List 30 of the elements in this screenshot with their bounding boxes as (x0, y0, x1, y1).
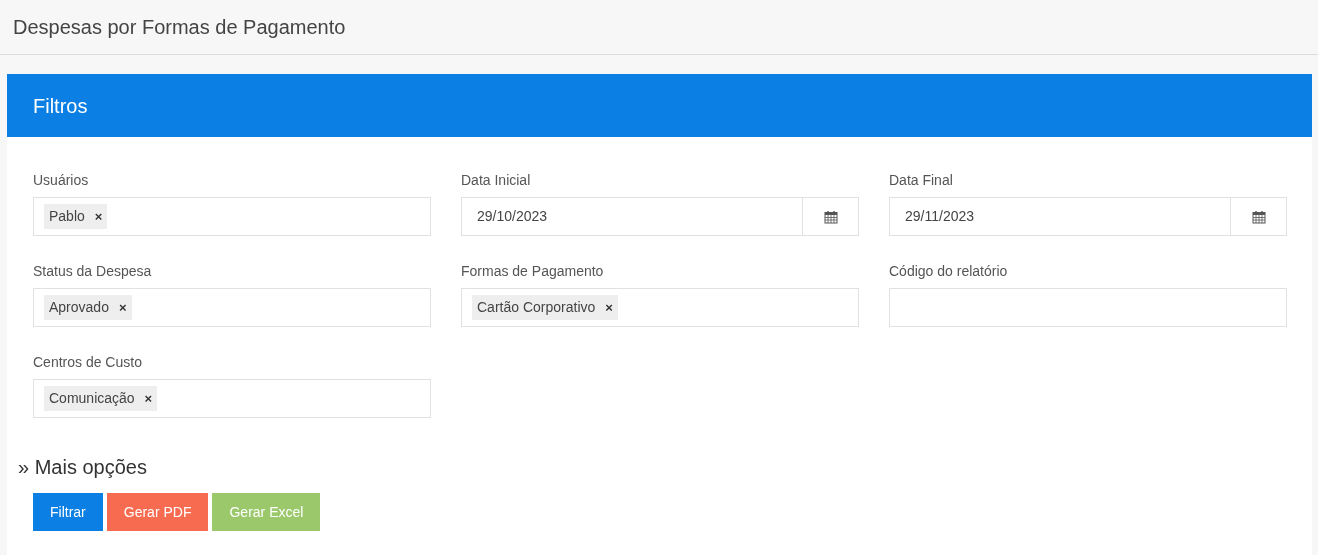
field-label: Centros de Custo (33, 353, 143, 372)
tag-label: Cartão Corporativo (477, 298, 596, 317)
calendar-icon (823, 209, 838, 224)
select-field[interactable]: Pablo × (33, 197, 431, 236)
remove-button[interactable]: × (144, 392, 153, 405)
calendar-button[interactable] (1230, 197, 1287, 236)
calendar-icon (1251, 209, 1266, 224)
remove-button[interactable]: × (118, 301, 127, 314)
field-label: Formas de Pagamento (461, 262, 605, 281)
select-field[interactable]: Aprovado × (33, 288, 431, 327)
field-label: Usuários (33, 171, 90, 190)
date-input[interactable]: 29/10/2023 (461, 197, 802, 236)
panel-title: Filtros (33, 93, 88, 118)
select-field[interactable]: Comunicação × (33, 379, 431, 418)
input-field[interactable] (889, 288, 1287, 327)
tag-label: Comunicação (49, 389, 135, 408)
action-button[interactable]: Filtrar (33, 493, 103, 531)
field-label: Código do relatório (889, 262, 1009, 281)
remove-button[interactable]: × (94, 210, 103, 223)
tag-label: Aprovado (49, 298, 109, 317)
more-options-link[interactable]: » Mais opções (18, 452, 147, 482)
remove-button[interactable]: × (605, 301, 613, 314)
select-field[interactable]: Cartão Corporativo × (461, 288, 859, 327)
calendar-button[interactable] (802, 197, 859, 236)
page-title: Despesas por Formas de Pagamento (13, 15, 346, 39)
field-label: Status da Despesa (33, 262, 153, 281)
date-input[interactable]: 29/11/2023 (889, 197, 1230, 236)
field-label: Data Inicial (461, 171, 532, 190)
field-label: Data Final (889, 171, 954, 190)
tag-label: Pablo (49, 207, 85, 226)
